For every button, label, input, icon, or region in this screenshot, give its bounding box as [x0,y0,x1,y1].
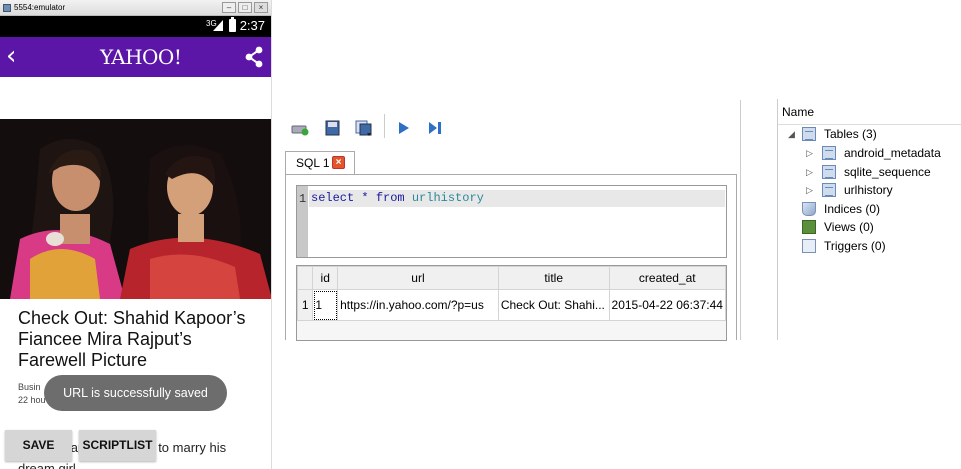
table-icon [822,165,836,179]
article-meta: Busin 22 hou [18,381,46,407]
tree-item-table[interactable]: ▷ urlhistory [806,181,958,199]
tree-label: Tables (3) [824,127,877,141]
column-header[interactable]: title [497,266,610,290]
share-icon[interactable] [244,46,264,68]
cell-id[interactable]: 1 [312,289,339,321]
cell-url[interactable]: https://in.yahoo.com/?p=us [337,289,499,321]
table-icon [822,183,836,197]
tree-label: Views (0) [824,220,874,234]
tab-sql-1[interactable]: SQL 1 × [285,151,355,175]
tree-label: Triggers (0) [824,239,886,253]
emulator-window-title: 5554:emulator [14,3,66,12]
save-all-icon[interactable] [355,120,373,136]
row-number-header [297,266,314,290]
tree-label: android_metadata [844,146,941,160]
tree-item-table[interactable]: ▷ sqlite_sequence [806,163,958,181]
battery-icon [229,17,236,32]
toast-message: URL is successfully saved [44,375,227,411]
collapse-arrow-icon[interactable]: ◢ [788,125,795,143]
column-header[interactable]: url [337,266,499,290]
article-category: Busin [18,382,41,392]
cell-created-at[interactable]: 2015-04-22 06:37:44 [608,289,726,321]
emulator-titlebar: 5554:emulator – □ × [0,0,271,16]
android-emulator: 5554:emulator – □ × 3G 2:37 ‹ YAHOO! Che… [0,0,272,469]
tables-folder-icon [802,127,816,141]
back-arrow-icon[interactable]: ‹ [6,41,16,71]
tab-label: SQL 1 [296,156,330,170]
sql-table-name: urlhistory [411,191,484,205]
table-icon [822,146,836,160]
results-grid: id url title created_at 1 1 https://in.y… [296,265,727,341]
toolbar-separator [384,114,385,138]
new-query-icon[interactable] [291,120,309,136]
tree-label: urlhistory [844,183,893,197]
expand-arrow-icon[interactable]: ▷ [806,163,813,181]
sql-keyword: select [311,191,355,205]
sql-query-line[interactable]: select * from urlhistory [309,190,725,207]
restore-icon[interactable]: □ [238,2,252,13]
app-bar: ‹ YAHOO! [0,37,271,77]
row-number: 1 [297,289,314,321]
schema-tree-panel: Name ◢ Tables (3) ▷ android_metadata ▷ s… [777,99,961,340]
triggers-icon [802,239,816,253]
sql-toolbar [283,100,741,140]
tree-node-triggers[interactable]: Triggers (0) [802,237,958,255]
tree-item-table[interactable]: ▷ android_metadata [806,144,958,162]
open-file-icon[interactable] [324,120,342,136]
execute-icon[interactable] [395,120,413,136]
tree-node-indices[interactable]: Indices (0) [802,200,958,218]
expand-arrow-icon[interactable]: ▷ [806,144,813,162]
yahoo-logo: YAHOO! [100,45,182,69]
tree-node-views[interactable]: Views (0) [802,218,958,236]
cell-title[interactable]: Check Out: Shahi... [497,289,610,321]
column-header[interactable]: created_at [608,266,726,290]
views-icon [802,220,816,234]
sql-editor-panel: SQL 1 × 1 select * from urlhistory id ur… [283,100,741,341]
close-icon[interactable]: × [254,2,268,13]
tree-label: sqlite_sequence [844,165,931,179]
expand-arrow-icon[interactable]: ▷ [806,181,813,199]
article-time: 22 hou [18,395,46,405]
sql-keyword: from [375,191,405,205]
tree-label: Indices (0) [824,202,881,216]
status-bar: 3G 2:37 [0,16,271,37]
tree-header[interactable]: Name [778,99,961,125]
tab-close-icon[interactable]: × [332,156,345,169]
tree-node-tables[interactable]: ◢ Tables (3) [788,125,958,143]
save-button[interactable]: SAVE [5,430,72,461]
minimize-icon[interactable]: – [222,2,236,13]
scriptlist-button[interactable]: SCRIPTLIST [79,430,156,461]
column-header[interactable]: id [312,266,339,290]
execute-current-icon[interactable] [426,120,444,136]
line-number: 1 [299,192,307,206]
results-table: id url title created_at 1 1 https://in.y… [297,266,726,321]
emulator-app-icon [3,4,11,12]
signal-icon [213,20,223,31]
indices-icon [802,202,816,216]
table-row[interactable]: 1 1 https://in.yahoo.com/?p=us Check Out… [297,289,726,321]
article-photo [0,119,271,299]
sql-code-editor[interactable]: 1 select * from urlhistory [296,185,727,258]
status-time: 2:37 [239,18,265,33]
tab-content: 1 select * from urlhistory id url title … [285,174,737,341]
article-headline[interactable]: Check Out: Shahid Kapoor’s Fiancee Mira … [18,308,258,371]
results-header-row: id url title created_at [297,266,726,290]
sql-keyword: * [361,191,369,205]
